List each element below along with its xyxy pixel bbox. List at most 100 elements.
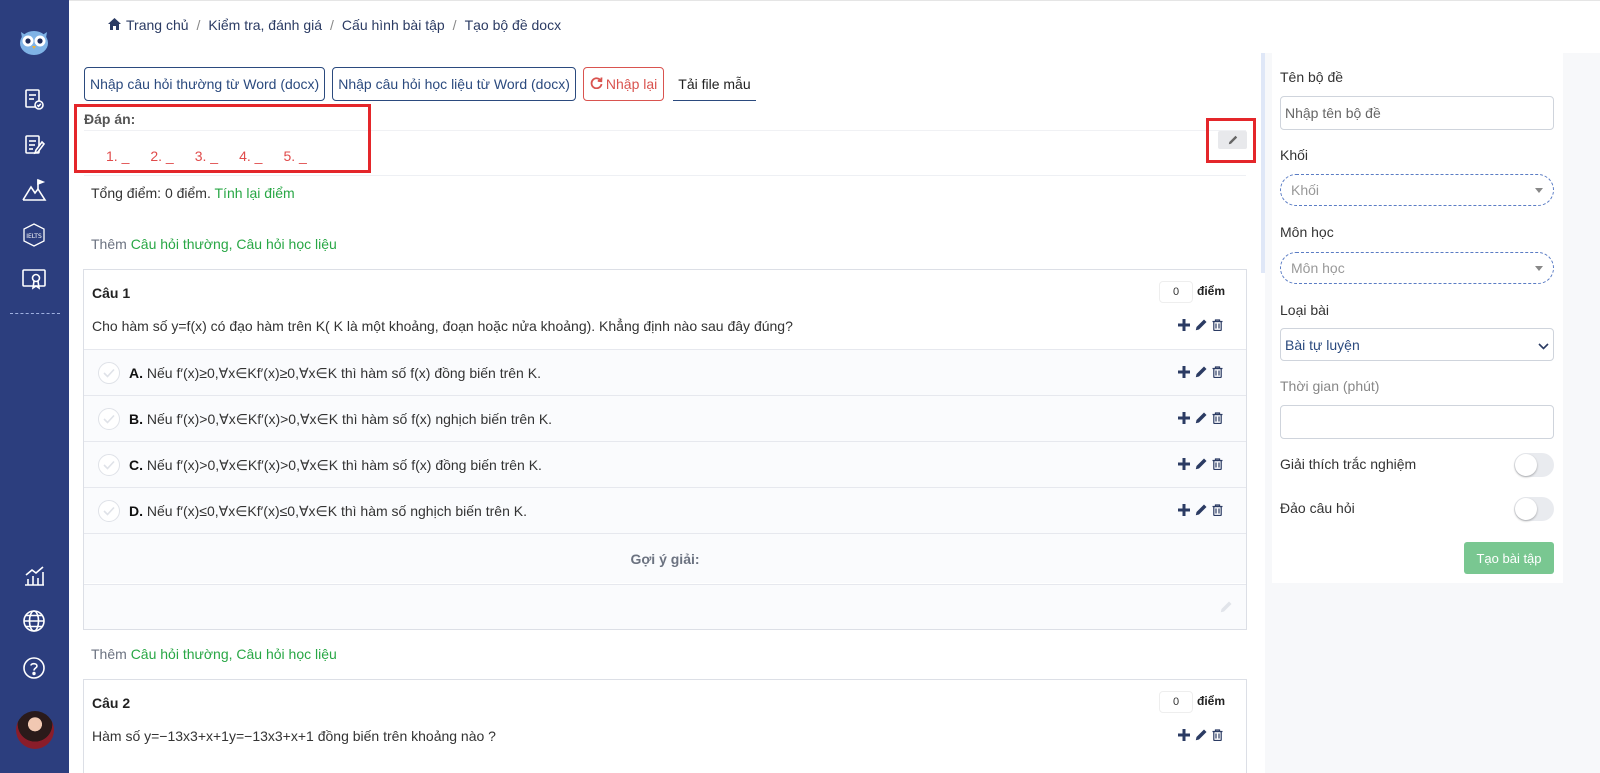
reset-button[interactable]: Nhập lại xyxy=(582,67,665,101)
add-question-links[interactable]: Câu hỏi thường, Câu hỏi học liệu xyxy=(131,646,337,662)
highlight-answer-area xyxy=(74,104,371,173)
time-input[interactable] xyxy=(1280,405,1554,439)
globe-icon[interactable] xyxy=(21,608,47,634)
total-score-label: Tổng điểm: xyxy=(91,185,165,201)
help-icon[interactable] xyxy=(21,655,47,681)
grade-label: Khối xyxy=(1280,147,1309,163)
breadcrumb-home[interactable]: Trang chủ xyxy=(126,17,189,33)
avatar[interactable] xyxy=(16,711,54,749)
create-exercise-button[interactable]: Tạo bài tập xyxy=(1464,542,1554,574)
top-border xyxy=(69,0,1600,1)
option-text: D. Nếu f′(x)≤0,∀x∈Kf′(x)≤0,∀x∈K thì hàm … xyxy=(129,503,527,520)
recalculate-score-link[interactable]: Tính lại điểm xyxy=(215,185,295,201)
add-question-line: Thêm Câu hỏi thường, Câu hỏi học liệu xyxy=(91,646,337,662)
highlight-edit-button xyxy=(1206,118,1256,163)
download-template-link[interactable]: Tải file mẫu xyxy=(673,67,756,101)
add-icon[interactable] xyxy=(1178,318,1190,334)
breadcrumb: Trang chủ / Kiểm tra, đánh giá / Cấu hìn… xyxy=(108,17,561,33)
add-icon[interactable] xyxy=(1178,728,1190,744)
breadcrumb-item-assessment[interactable]: Kiểm tra, đánh giá xyxy=(208,17,322,33)
question-header: Câu 2 0 điểm xyxy=(84,680,1246,722)
trash-icon[interactable] xyxy=(1212,503,1223,519)
certificate-icon[interactable] xyxy=(21,266,47,292)
trash-icon[interactable] xyxy=(1212,365,1223,381)
ielts-icon[interactable]: IELTS xyxy=(21,222,47,248)
option-content: Nếu f′(x)≤0,∀x∈Kf′(x)≤0,∀x∈K thì hàm số … xyxy=(146,503,527,519)
subject-label: Môn học xyxy=(1280,224,1334,240)
import-normal-button[interactable]: Nhập câu hỏi thường từ Word (docx) xyxy=(84,67,326,101)
check-icon xyxy=(103,368,115,378)
import-material-button[interactable]: Nhập câu hỏi học liệu từ Word (docx) xyxy=(332,67,576,101)
breadcrumb-separator: / xyxy=(330,17,334,33)
add-icon[interactable] xyxy=(1178,411,1190,427)
add-icon[interactable] xyxy=(1178,365,1190,381)
chart-icon[interactable] xyxy=(21,563,47,589)
points-input[interactable]: 0 xyxy=(1159,281,1193,303)
grade-select[interactable]: Khối xyxy=(1280,174,1554,206)
total-score-value: 0 xyxy=(164,185,173,201)
breadcrumb-item-current: Tạo bộ đề docx xyxy=(464,17,562,33)
breadcrumb-separator: / xyxy=(196,17,201,33)
question-card-2: Câu 2 0 điểm Hàm số y=−13x3+x+1y=−13x3+x… xyxy=(83,679,1247,773)
subject-select-value: Môn học xyxy=(1291,260,1345,276)
trash-icon[interactable] xyxy=(1212,728,1223,744)
option-row: D. Nếu f′(x)≤0,∀x∈Kf′(x)≤0,∀x∈K thì hàm … xyxy=(84,487,1246,533)
option-content: Nếu f′(x)≥0,∀x∈Kf′(x)≥0,∀x∈K thì hàm số … xyxy=(146,365,541,381)
panel-scroll-indicator[interactable] xyxy=(1261,53,1265,273)
option-content: Nếu f′(x)>0,∀x∈Kf′(x)>0,∀x∈K thì hàm số … xyxy=(146,411,553,427)
correct-answer-toggle[interactable] xyxy=(98,408,120,430)
edit-icon[interactable] xyxy=(1195,411,1207,427)
option-actions xyxy=(1178,365,1223,381)
add-prefix: Thêm xyxy=(91,236,131,252)
trash-icon[interactable] xyxy=(1212,318,1223,334)
option-letter: A. xyxy=(129,365,143,381)
correct-answer-toggle[interactable] xyxy=(98,500,120,522)
edit-document-icon[interactable] xyxy=(21,132,47,158)
sidebar-divider xyxy=(10,313,60,314)
caret-down-icon xyxy=(1535,265,1543,271)
trash-icon[interactable] xyxy=(1212,411,1223,427)
refresh-icon xyxy=(590,76,603,92)
owl-logo-icon[interactable] xyxy=(18,26,50,56)
edit-icon[interactable] xyxy=(1195,365,1207,381)
total-score-unit: điểm. xyxy=(172,185,211,201)
edit-icon[interactable] xyxy=(1195,728,1207,744)
import-toolbar: Nhập câu hỏi thường từ Word (docx) Nhập … xyxy=(84,67,756,101)
total-score: Tổng điểm: 0 điểm. Tính lại điểm xyxy=(91,185,295,201)
option-actions xyxy=(1178,457,1223,473)
question-card-1: Câu 1 0 điểm Cho hàm số y=f(x) có đạo hà… xyxy=(83,269,1247,630)
trash-icon[interactable] xyxy=(1212,457,1223,473)
name-label: Tên bộ đề xyxy=(1280,69,1344,85)
add-prefix: Thêm xyxy=(91,646,131,662)
points-label: điểm xyxy=(1197,694,1226,708)
mountain-flag-icon[interactable] xyxy=(21,177,47,203)
check-icon xyxy=(103,460,115,470)
toggle-knob xyxy=(1515,498,1537,520)
explain-toggle[interactable] xyxy=(1514,453,1554,477)
option-letter: B. xyxy=(129,411,143,427)
type-select[interactable]: Bài tự luyện xyxy=(1280,328,1554,361)
edit-icon[interactable] xyxy=(1195,457,1207,473)
pencil-icon[interactable] xyxy=(1220,600,1232,616)
option-text: A. Nếu f′(x)≥0,∀x∈Kf′(x)≥0,∀x∈K thì hàm … xyxy=(129,365,541,382)
add-question-links[interactable]: Câu hỏi thường, Câu hỏi học liệu xyxy=(131,236,337,252)
hint-content[interactable] xyxy=(84,584,1246,629)
subject-select[interactable]: Môn học xyxy=(1280,252,1554,284)
breadcrumb-item-config[interactable]: Cấu hình bài tập xyxy=(342,17,445,33)
option-row: B. Nếu f′(x)>0,∀x∈Kf′(x)>0,∀x∈K thì hàm … xyxy=(84,395,1246,441)
add-icon[interactable] xyxy=(1178,503,1190,519)
correct-answer-toggle[interactable] xyxy=(98,454,120,476)
question-actions xyxy=(1178,728,1223,744)
reset-label: Nhập lại xyxy=(605,76,658,92)
correct-answer-toggle[interactable] xyxy=(98,362,120,384)
points-input[interactable]: 0 xyxy=(1159,691,1193,713)
home-icon[interactable] xyxy=(108,17,121,33)
shuffle-toggle[interactable] xyxy=(1514,497,1554,521)
exam-check-icon[interactable] xyxy=(21,86,47,112)
name-input[interactable]: Nhập tên bộ đề xyxy=(1280,96,1554,130)
edit-icon[interactable] xyxy=(1195,318,1207,334)
option-actions xyxy=(1178,411,1223,427)
edit-icon[interactable] xyxy=(1195,503,1207,519)
question-text: Cho hàm số y=f(x) có đạo hàm trên K( K l… xyxy=(92,318,793,334)
add-icon[interactable] xyxy=(1178,457,1190,473)
